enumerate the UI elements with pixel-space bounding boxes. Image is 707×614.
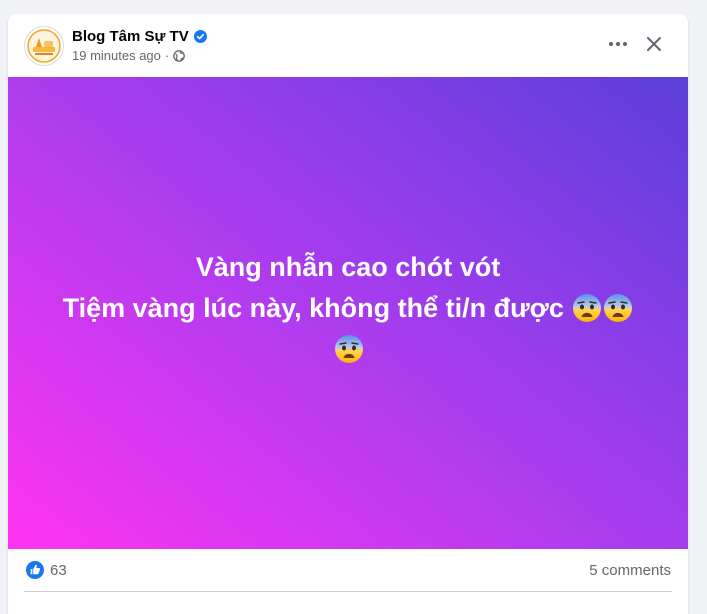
post-footer: 63 5 comments bbox=[8, 549, 688, 595]
post-text-line-1: Vàng nhẫn cao chót vót bbox=[195, 251, 501, 282]
post-timestamp[interactable]: 19 minutes ago bbox=[72, 48, 161, 63]
comments-count-link[interactable]: 5 comments bbox=[589, 562, 671, 579]
author-line: Blog Tâm Sự TV bbox=[72, 26, 207, 46]
post-meta: 19 minutes ago · bbox=[72, 48, 186, 63]
anxious-face-emoji-icon bbox=[334, 334, 364, 364]
post-text: Vàng nhẫn cao chót vót Tiệm vàng lúc này… bbox=[28, 247, 668, 370]
more-options-icon bbox=[608, 41, 628, 47]
footer-divider bbox=[24, 591, 672, 592]
post-text-line-2: Tiệm vàng lúc này, không thể ti/n được bbox=[28, 288, 668, 329]
close-button[interactable] bbox=[636, 28, 672, 60]
anxious-face-emoji-icon bbox=[572, 293, 602, 323]
verified-badge-icon bbox=[193, 29, 207, 43]
globe-icon[interactable] bbox=[173, 49, 186, 62]
post-background[interactable]: Vàng nhẫn cao chót vót Tiệm vàng lúc này… bbox=[8, 77, 688, 549]
close-icon bbox=[647, 37, 661, 51]
more-options-button[interactable] bbox=[600, 30, 636, 58]
page-logo-icon bbox=[25, 27, 63, 65]
like-icon[interactable] bbox=[26, 561, 44, 579]
post-header: Blog Tâm Sự TV 19 minutes ago · bbox=[8, 14, 688, 77]
author-name[interactable]: Blog Tâm Sự TV bbox=[72, 28, 189, 45]
avatar[interactable] bbox=[24, 26, 64, 66]
post-text-line-3 bbox=[28, 329, 668, 370]
reaction-count[interactable]: 63 bbox=[50, 562, 67, 579]
post-card: Blog Tâm Sự TV 19 minutes ago · Vàng nhẫ… bbox=[8, 14, 688, 614]
anxious-face-emoji-icon bbox=[603, 293, 633, 323]
meta-separator: · bbox=[164, 48, 170, 63]
post-text-line-2-text: Tiệm vàng lúc này, không thể ti/n được bbox=[62, 292, 564, 323]
